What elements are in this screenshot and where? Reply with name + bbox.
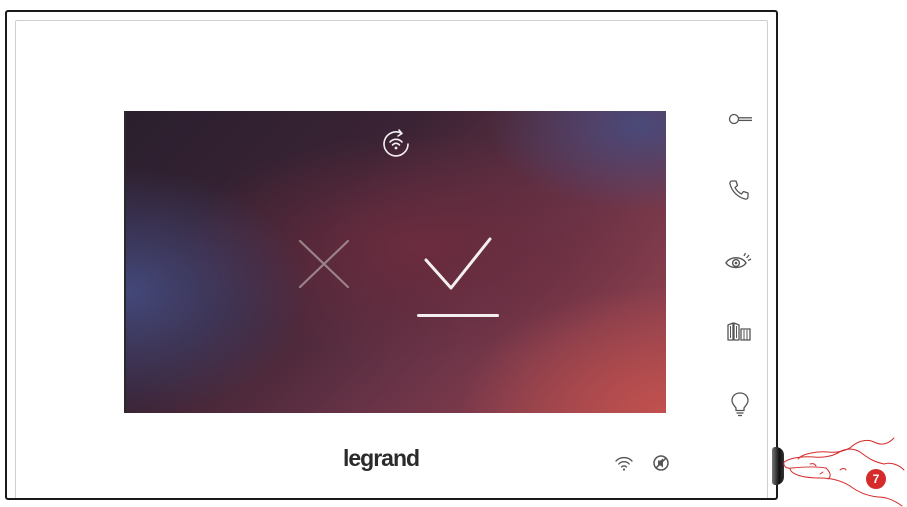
pointing-hand-icon xyxy=(783,437,905,507)
phone-icon xyxy=(729,180,749,200)
mute-icon xyxy=(653,455,669,471)
confirm-selection-underline xyxy=(417,314,499,317)
confirm-checkmark-icon[interactable] xyxy=(423,236,493,292)
camera-view-button[interactable] xyxy=(724,249,752,275)
gate-button[interactable] xyxy=(725,318,753,344)
step-number-badge: 7 xyxy=(866,469,886,489)
stair-light-button[interactable] xyxy=(726,391,754,417)
cancel-x-icon[interactable] xyxy=(297,238,351,290)
key-icon xyxy=(728,113,752,125)
light-bulb-icon xyxy=(731,392,749,417)
door-lock-button[interactable] xyxy=(727,106,755,132)
wifi-refresh-icon xyxy=(383,129,409,157)
wifi-icon xyxy=(615,456,633,471)
touch-screen xyxy=(126,111,666,413)
eye-icon xyxy=(725,252,752,269)
answer-call-button[interactable] xyxy=(725,177,753,203)
legrand-logo: legrand xyxy=(343,445,420,471)
gate-icon xyxy=(727,322,751,341)
